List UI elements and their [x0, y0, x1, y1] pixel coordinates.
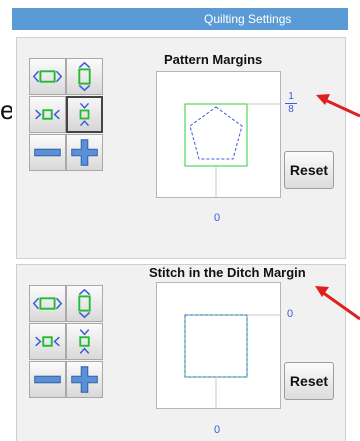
expand-vertical-icon: [78, 288, 91, 319]
left-edge: [0, 0, 12, 440]
shrink-horizontal-button[interactable]: [29, 96, 66, 133]
stitch-expand-horizontal-button[interactable]: [29, 285, 66, 322]
pattern-preview-drawing: [184, 103, 280, 197]
shrink-horizontal-icon: [35, 336, 60, 347]
increase-button[interactable]: [66, 134, 103, 171]
window-title: Quilting Settings: [204, 12, 292, 26]
minus-icon: [34, 375, 61, 384]
decrease-button[interactable]: [29, 134, 66, 171]
expand-horizontal-icon: [32, 70, 63, 83]
pattern-reset-button[interactable]: Reset: [284, 151, 334, 189]
expand-horizontal-button[interactable]: [29, 58, 66, 95]
stray-character: e: [0, 95, 12, 125]
side-margin-numerator: 1: [288, 91, 294, 102]
stitch-bottom-value: 0: [214, 424, 221, 436]
bottom-margin-value: 0: [214, 212, 221, 224]
side-margin-denominator: 8: [288, 104, 294, 115]
pattern-margins-title: Pattern Margins: [164, 52, 263, 67]
stitch-shrink-vertical-button[interactable]: [66, 323, 103, 360]
minus-icon: [34, 148, 61, 157]
pattern-preview: [156, 71, 281, 198]
stitch-expand-vertical-button[interactable]: [66, 285, 103, 322]
plus-icon: [71, 139, 98, 166]
expand-vertical-button[interactable]: [66, 58, 103, 95]
expand-horizontal-icon: [32, 297, 63, 310]
side-margin-value: 1 8: [285, 92, 297, 115]
stitch-shrink-horizontal-button[interactable]: [29, 323, 66, 360]
stitch-preview-drawing: [184, 314, 280, 408]
window-title-bar: Quilting Settings: [12, 8, 348, 30]
stitch-preview: [156, 282, 281, 409]
plus-icon: [71, 366, 98, 393]
stitch-reset-button[interactable]: Reset: [284, 362, 334, 400]
shrink-vertical-icon: [79, 329, 90, 354]
shrink-horizontal-icon: [35, 109, 60, 120]
pattern-margins-group: Pattern Margins 1 8 0 Reset: [16, 37, 346, 259]
stitch-margin-title: Stitch in the Ditch Margin: [149, 265, 306, 280]
stitch-decrease-button[interactable]: [29, 361, 66, 398]
expand-vertical-icon: [78, 61, 91, 92]
stitch-side-value: 0: [287, 308, 294, 320]
shrink-vertical-button[interactable]: [66, 96, 103, 133]
stitch-increase-button[interactable]: [66, 361, 103, 398]
shrink-vertical-icon: [79, 102, 90, 127]
stitch-margin-group: Stitch in the Ditch Margin 0 0 Reset: [16, 264, 346, 441]
